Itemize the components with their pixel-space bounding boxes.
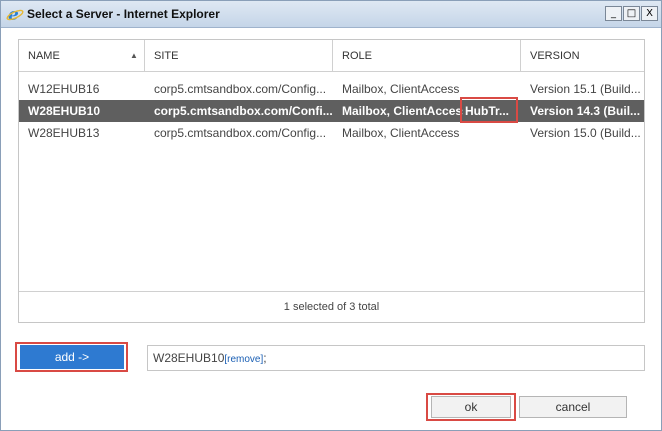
close-button[interactable]: X — [641, 6, 658, 21]
cell-site: corp5.cmtsandbox.com/Config... — [154, 126, 327, 140]
separator: ; — [263, 351, 267, 365]
cell-name: W28EHUB10 — [28, 104, 101, 118]
sort-ascending-icon: ▲ — [130, 51, 138, 60]
window-title: Select a Server - Internet Explorer — [27, 7, 220, 21]
title-bar: e Select a Server - Internet Explorer _ … — [1, 1, 661, 28]
column-header-name[interactable]: NAME ▲ — [19, 40, 145, 72]
cell-version: Version 15.1 (Build... — [530, 82, 641, 96]
column-header-name-label: NAME — [28, 50, 60, 62]
dialog-window: e Select a Server - Internet Explorer _ … — [0, 0, 662, 431]
server-grid: NAME ▲ SITE ROLE VERSION W12EHUB16 corp5… — [18, 39, 645, 323]
cell-name: W12EHUB16 — [28, 82, 100, 96]
highlight-box — [460, 97, 518, 123]
cell-name: W28EHUB13 — [28, 126, 100, 140]
selected-server-value: W28EHUB10 — [153, 351, 225, 365]
table-row-selected[interactable]: W28EHUB10 corp5.cmtsandbox.com/Confi... … — [19, 97, 644, 123]
minimize-button[interactable]: _ — [605, 6, 622, 21]
table-row[interactable]: W12EHUB16 corp5.cmtsandbox.com/Config...… — [19, 78, 644, 100]
cell-site: corp5.cmtsandbox.com/Config... — [154, 82, 327, 96]
cell-role: Mailbox, ClientAccess — [342, 104, 463, 118]
cancel-button[interactable]: cancel — [519, 396, 627, 418]
internet-explorer-icon: e — [6, 5, 24, 25]
column-header-site[interactable]: SITE — [145, 40, 333, 72]
cell-role: Mailbox, ClientAccess — [342, 126, 460, 140]
selected-servers-field[interactable]: W28EHUB10[remove]; — [147, 345, 645, 371]
add-button[interactable]: add -> — [20, 345, 124, 369]
selection-count: 1 selected of 3 total — [19, 291, 644, 322]
cell-site: corp5.cmtsandbox.com/Confi... — [154, 104, 333, 118]
cell-version: Version 15.0 (Build... — [530, 126, 641, 140]
remove-link[interactable]: [remove] — [224, 354, 263, 365]
cell-version: Version 14.3 (Buil... — [530, 104, 641, 118]
table-row[interactable]: W28EHUB13 corp5.cmtsandbox.com/Config...… — [19, 122, 644, 144]
maximize-button[interactable]: □ — [623, 6, 640, 21]
grid-header: NAME ▲ SITE ROLE VERSION — [19, 40, 644, 72]
column-header-version[interactable]: VERSION — [521, 40, 644, 72]
column-header-role[interactable]: ROLE — [333, 40, 521, 72]
ok-button[interactable]: ok — [431, 396, 511, 418]
